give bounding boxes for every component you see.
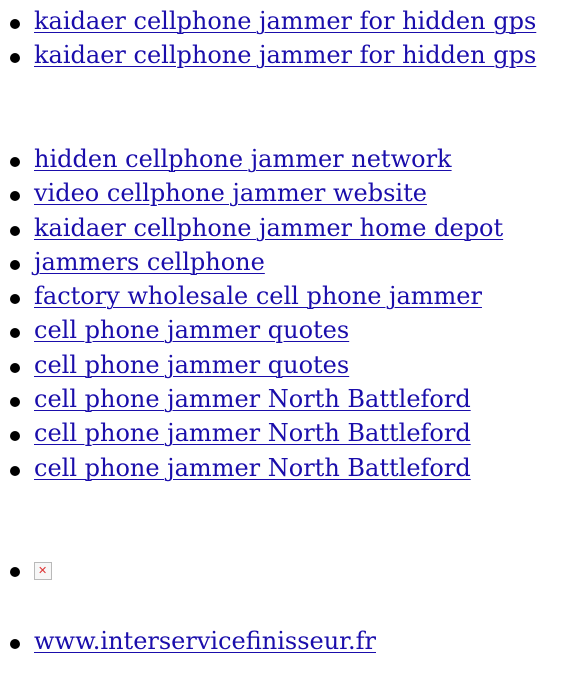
list-link[interactable]: kaidaer cellphone jammer home depot [34,214,503,242]
bullet-icon [10,19,20,29]
list-link[interactable]: kaidaer cellphone jammer for hidden gps [34,7,536,35]
list-item: kaidaer cellphone jammer for hidden gps [0,38,536,72]
list-item: cell phone jammer North Battleford [0,382,503,416]
list-item: cell phone jammer quotes [0,348,503,382]
list-item: www.interservicefinisseur.fr [0,624,376,658]
bullet-icon [10,639,20,649]
bullet-icon [10,567,20,577]
bullet-icon [10,397,20,408]
list-link[interactable]: cell phone jammer North Battleford [34,419,471,447]
list-link[interactable]: jammers cellphone [34,248,265,276]
list-link[interactable]: cell phone jammer quotes [34,316,349,344]
list-item: hidden cellphone jammer network [0,142,503,176]
list-item: cell phone jammer North Battleford [0,416,503,450]
bullet-icon [10,465,20,476]
list-item: video cellphone jammer website [0,176,503,210]
bullet-icon [10,431,20,442]
list-link[interactable]: kaidaer cellphone jammer for hidden gps [34,41,536,69]
list-item: jammers cellphone [0,245,503,279]
bullet-icon [10,294,20,305]
list-item: kaidaer cellphone jammer home depot [0,211,503,245]
bullet-icon [10,328,20,339]
list-link[interactable]: cell phone jammer North Battleford [34,385,471,413]
list-link[interactable]: cell phone jammer quotes [34,351,349,379]
list-item: factory wholesale cell phone jammer [0,279,503,313]
list-link[interactable]: www.interservicefinisseur.fr [34,627,376,655]
list-item: kaidaer cellphone jammer for hidden gps [0,4,536,38]
broken-image-icon[interactable] [34,554,52,588]
bullet-icon [10,259,20,270]
list-link[interactable]: video cellphone jammer website [34,179,427,207]
bullet-icon [10,53,20,64]
list-link[interactable]: hidden cellphone jammer network [34,145,452,173]
list-item: cell phone jammer quotes [0,313,503,347]
link-list-middle: hidden cellphone jammer network video ce… [0,142,503,485]
list-item: cell phone jammer North Battleford [0,451,503,485]
list-item [0,552,52,588]
list-link[interactable]: cell phone jammer North Battleford [34,454,471,482]
bullet-icon [10,225,20,236]
bullet-icon [10,191,20,202]
link-list-top: kaidaer cellphone jammer for hidden gps … [0,4,536,73]
image-list [0,552,52,588]
bullet-icon [10,362,20,373]
link-list-bottom: www.interservicefinisseur.fr [0,624,376,658]
bullet-icon [10,157,20,167]
list-link[interactable]: factory wholesale cell phone jammer [34,282,482,310]
